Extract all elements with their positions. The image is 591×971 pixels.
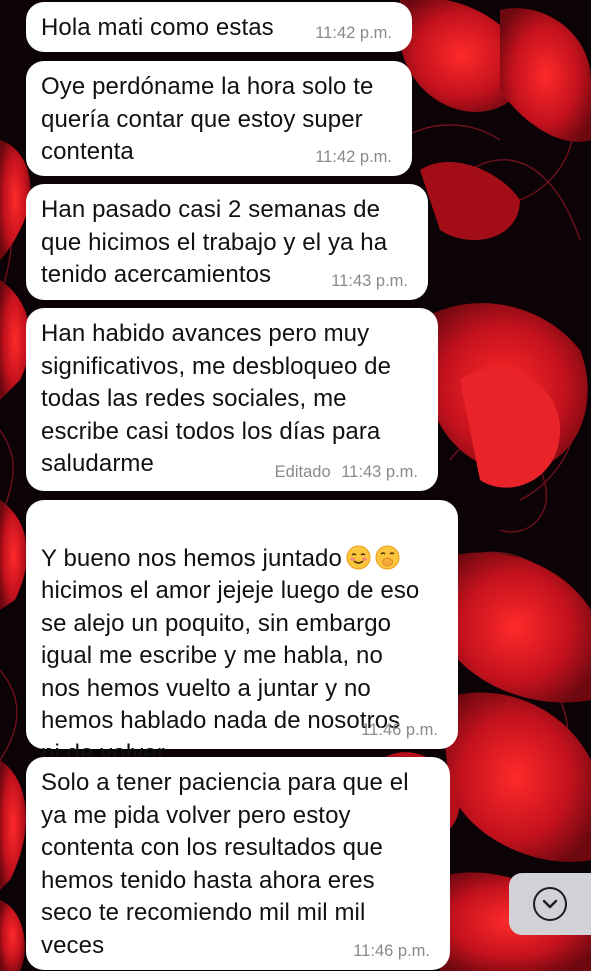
- message-time: 11:46: [361, 721, 402, 739]
- message-text: Solo a tener paciencia para que el ya me…: [41, 769, 409, 959]
- message-ampm: p.m.: [359, 24, 392, 42]
- message-bubble[interactable]: Han pasado casi 2 semanas de que hicimos…: [26, 184, 428, 300]
- message-text: Han habido avances pero muy significativ…: [41, 320, 392, 477]
- message-bubble[interactable]: Solo a tener paciencia para que el ya me…: [26, 757, 450, 970]
- message-time: 11:43: [341, 463, 382, 481]
- message-time: 11:46: [353, 942, 394, 960]
- message-time: 11:43: [331, 272, 372, 290]
- message-bubble[interactable]: Hola mati como estas 11:42 p.m.: [26, 2, 412, 52]
- message-ampm: p.m.: [375, 272, 408, 290]
- edited-label: Editado: [274, 463, 331, 481]
- message-bubble[interactable]: Han habido avances pero muy significativ…: [26, 308, 438, 491]
- message-bubble[interactable]: Y bueno nos hemos juntado hicimos el amo…: [26, 500, 458, 767]
- message-text-first-line: Y bueno nos hemos juntado: [41, 544, 342, 572]
- message-time: 11:42: [315, 148, 356, 166]
- message-ampm: p.m.: [385, 463, 418, 481]
- message-ampm: p.m.: [405, 721, 438, 739]
- message-bubble[interactable]: Oye perdóname la hora solo te quería con…: [26, 61, 412, 176]
- message-timestamp: 11:42 p.m.: [315, 148, 392, 167]
- hushed-face-hand-emoji-icon: [375, 545, 400, 570]
- scroll-to-bottom-button[interactable]: [509, 873, 591, 935]
- smiling-face-emoji-icon: [346, 545, 371, 570]
- message-timestamp: Editado 11:43 p.m.: [275, 463, 418, 482]
- message-timestamp: 11:43 p.m.: [331, 272, 408, 291]
- message-timestamp: 11:46 p.m.: [361, 721, 438, 740]
- chevron-down-circle-icon: [533, 887, 567, 921]
- message-ampm: p.m.: [359, 148, 392, 166]
- message-timestamp: 11:46 p.m.: [353, 942, 430, 961]
- message-timestamp: 11:42 p.m.: [315, 24, 392, 43]
- message-time: 11:42: [315, 24, 356, 42]
- message-ampm: p.m.: [397, 942, 430, 960]
